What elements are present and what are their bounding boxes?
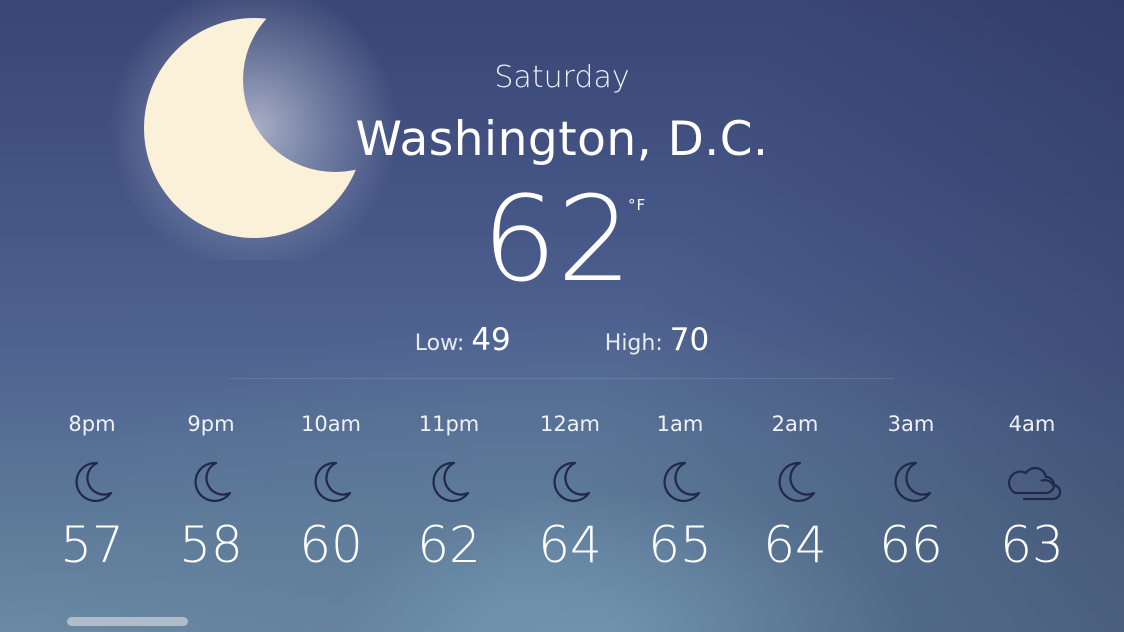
hour-temp: 64 <box>538 516 602 574</box>
low-label: Low: <box>414 331 465 356</box>
current-temp-value: 62 <box>481 170 633 308</box>
hour-temp: 58 <box>179 516 243 574</box>
hourly-item: 12am 64 <box>515 400 625 570</box>
moon-icon <box>37 448 147 516</box>
hour-temp: 60 <box>299 516 363 574</box>
divider <box>230 378 894 379</box>
hour-time: 9pm <box>187 412 235 436</box>
cloud-icon <box>977 448 1087 516</box>
moon-icon <box>856 448 966 516</box>
current-temperature: 62 °F <box>0 180 1124 298</box>
hour-time: 3am <box>887 412 935 436</box>
scroll-indicator[interactable] <box>67 617 188 626</box>
city-name: Washington, D.C. <box>355 112 769 167</box>
hour-temp: 57 <box>60 516 124 574</box>
low-high-range: Low: 49 High: 70 <box>0 322 1124 358</box>
high-label: High: <box>604 331 663 356</box>
hour-time: 4am <box>1008 412 1056 436</box>
hourly-item: 3am 66 <box>856 400 966 570</box>
hourly-item: 1am 65 <box>625 400 735 570</box>
hour-time: 1am <box>656 412 704 436</box>
hour-time: 2am <box>771 412 819 436</box>
high-value: 70 <box>669 322 710 358</box>
hourly-forecast[interactable]: 8pm 57 9pm 58 10am 60 11pm 62 12am 64 1am 65 2am 64 3a… <box>0 400 1124 600</box>
moon-icon <box>156 448 266 516</box>
hour-temp: 64 <box>763 516 827 574</box>
hour-time: 11pm <box>418 412 480 436</box>
hourly-item: 8pm 57 <box>37 400 147 570</box>
hourly-item: 4am 63 <box>977 400 1087 570</box>
low-value: 49 <box>471 322 511 358</box>
hourly-item: 2am 64 <box>740 400 850 570</box>
hour-temp: 65 <box>648 516 712 574</box>
hourly-item: 10am 60 <box>276 400 386 570</box>
moon-icon <box>625 448 735 516</box>
moon-icon <box>740 448 850 516</box>
hour-time: 12am <box>539 412 601 436</box>
hour-time: 8pm <box>68 412 116 436</box>
moon-icon <box>515 448 625 516</box>
day-label: Saturday <box>494 60 630 95</box>
hour-time: 10am <box>300 412 362 436</box>
hour-temp: 66 <box>879 516 943 574</box>
hourly-item: 11pm 62 <box>394 400 504 570</box>
hourly-item: 9pm 58 <box>156 400 266 570</box>
hour-temp: 63 <box>1000 516 1064 574</box>
hour-temp: 62 <box>417 516 481 574</box>
moon-icon <box>276 448 386 516</box>
temp-unit: °F <box>628 196 647 214</box>
moon-icon <box>394 448 504 516</box>
